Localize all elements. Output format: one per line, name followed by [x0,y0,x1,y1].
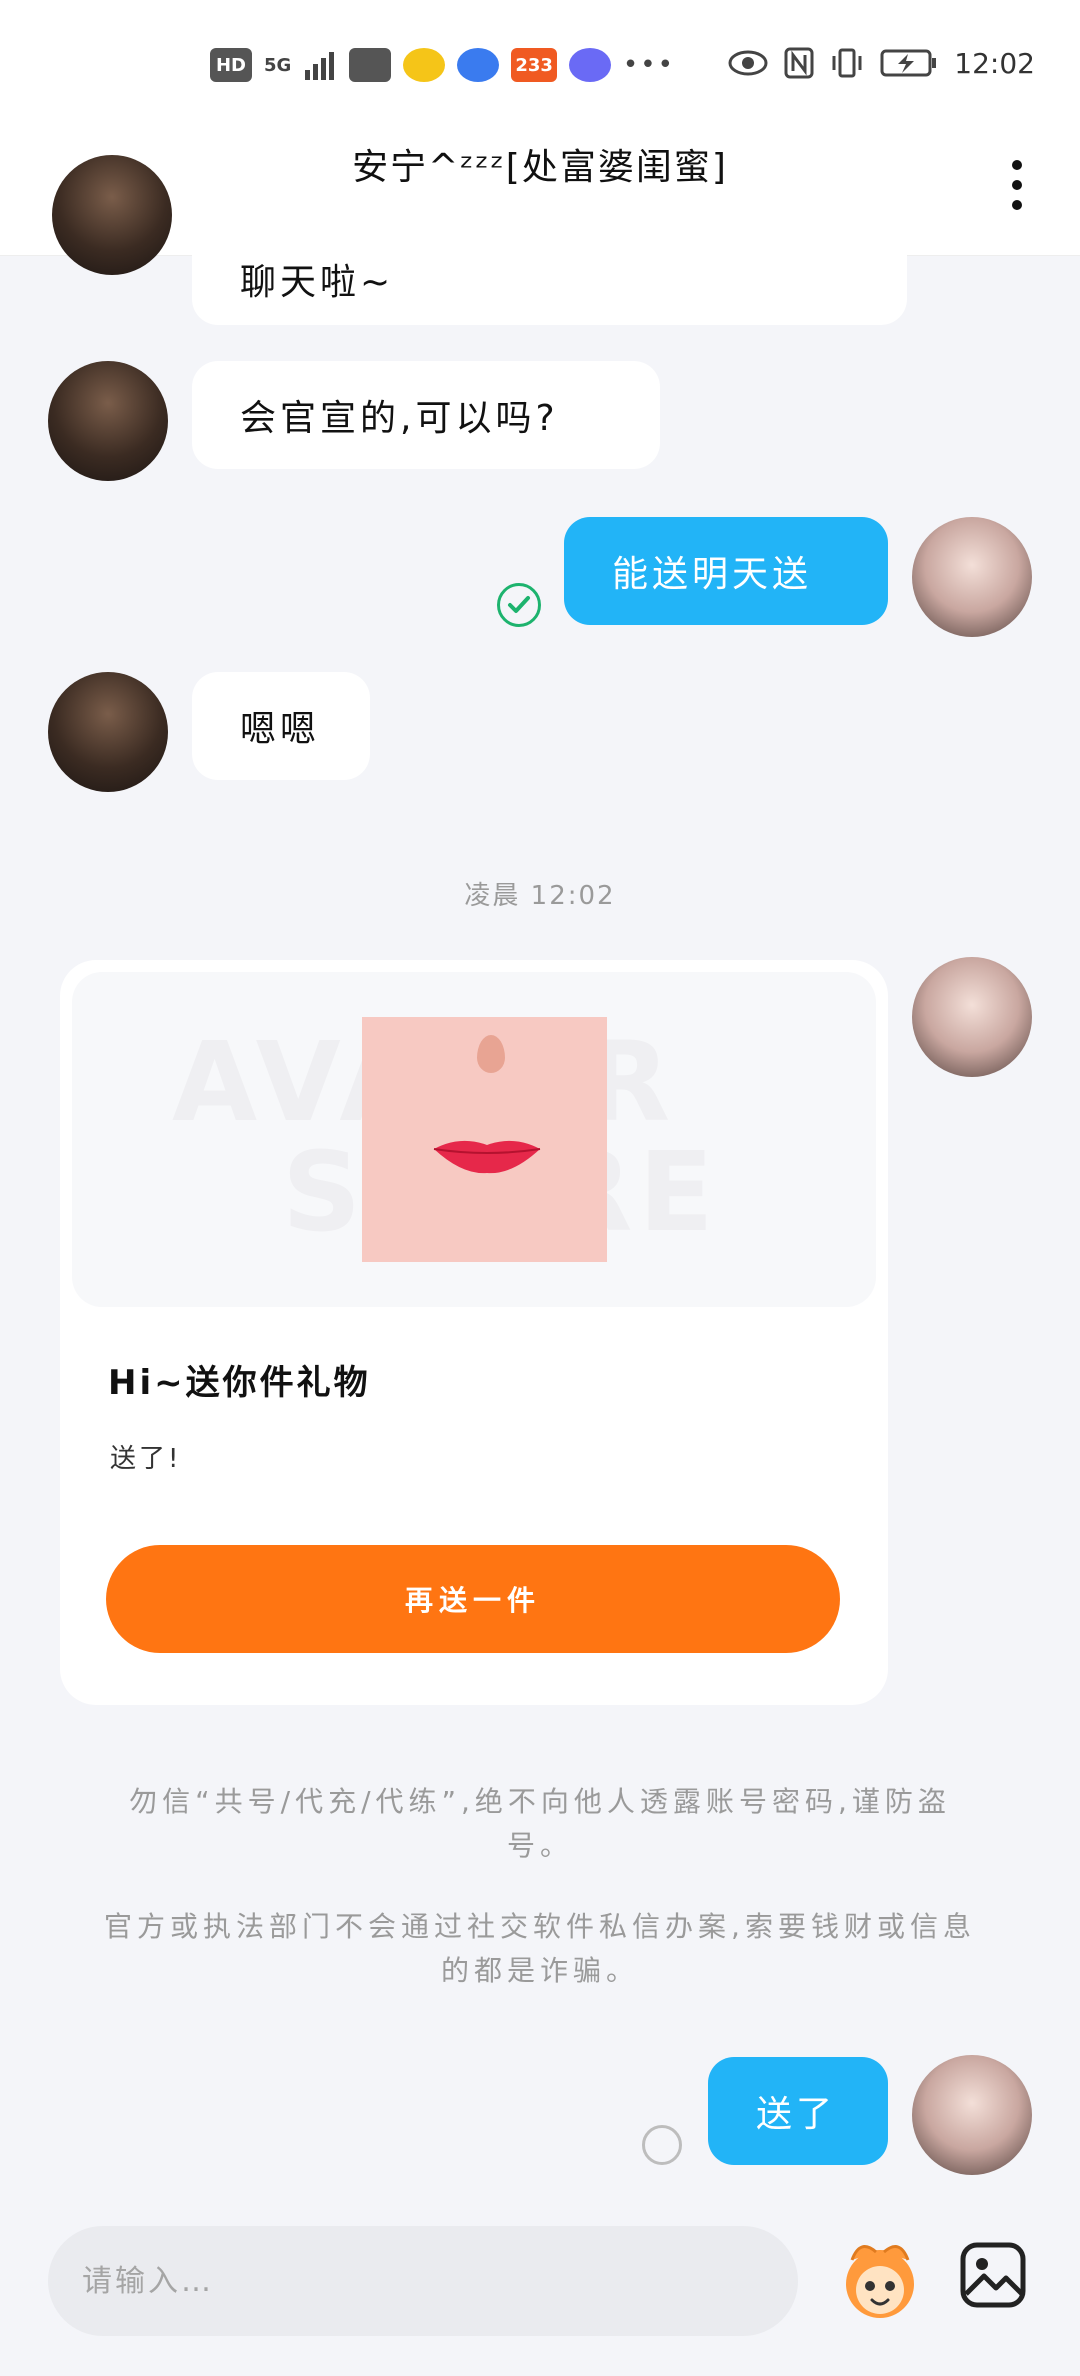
eye-comfort-icon [728,50,768,76]
send-another-gift-button[interactable]: 再送一件 [106,1545,840,1653]
nfc-icon [784,47,814,79]
security-notice: 勿信“共号/代充/代练”,绝不向他人透露账号密码,谨防盗号。 [129,1785,951,1862]
message-text: 能送明天送 [612,554,813,595]
message-list[interactable]: 聊天啦~ 会官宣的,可以吗? 能送明天送 嗯嗯 凌晨 12:02 A [0,155,1080,2190]
app-notification-icon [349,48,392,82]
avatar-contact[interactable] [52,155,172,275]
fraud-notice: 官方或执法部门不会通过社交软件私信办案,索要钱财或信息的都是诈骗。 [104,1910,976,1987]
pending-circle-icon [642,2125,682,2165]
gift-drop-shape [477,1035,505,1073]
message-bubble-outgoing[interactable]: 能送明天送 [564,517,888,625]
image-icon[interactable] [958,2240,1028,2310]
message-text: 送了 [756,2094,837,2135]
signal-5g-icon: 5G [264,54,292,76]
baidu-icon [457,48,500,82]
message-text: 会官宣的,可以吗? [240,398,559,439]
status-left-icons: HD 5G 233 ••• [210,48,675,82]
weibo-icon [403,48,446,82]
avatar-contact[interactable] [48,361,168,481]
gift-title: Hi~送你件礼物 [108,1363,371,1403]
message-bubble-incoming[interactable]: 嗯嗯 [192,672,370,780]
timestamp: 凌晨 12:02 [464,881,616,911]
gift-message: 送了! [110,1444,182,1474]
more-vertical-icon[interactable] [1002,155,1032,215]
message-text: 聊天啦~ [240,262,395,303]
avatar-self[interactable] [912,517,1032,637]
message-bubble-incoming[interactable]: 会官宣的,可以吗? [192,361,660,469]
gift-card[interactable]: AVATAR STORE Hi~送你件礼物 送了! 再送一件 [60,960,888,1705]
gift-image [362,1017,607,1262]
avatar-self[interactable] [912,957,1032,1077]
lips-icon [433,1140,541,1174]
input-bar [0,2190,1080,2376]
status-right-icons: 12:02 [728,46,1035,80]
status-time: 12:02 [954,46,1035,80]
hd-badge: HD [210,48,252,82]
chat-screen: HD 5G 233 ••• 12:02 安宁^ᶻᶻᶻ[处富婆闺蜜] 聊天啦~ 会… [0,0,1080,2376]
message-bubble-outgoing[interactable]: 送了 [708,2057,888,2165]
battery-charging-icon [880,49,937,77]
signal-bars-icon [305,52,335,80]
vibrate-icon [832,48,862,78]
app-233-icon: 233 [511,48,557,82]
gift-preview[interactable]: AVATAR STORE [72,972,876,1307]
avatar-self[interactable] [912,2055,1032,2175]
message-bubble-incoming[interactable]: 聊天啦~ [192,195,907,325]
avatar-contact[interactable] [48,672,168,792]
message-input[interactable] [48,2226,798,2336]
mascot-icon[interactable] [830,2230,930,2330]
status-bar: HD 5G 233 ••• 12:02 [0,0,1080,120]
read-check-icon [497,583,541,627]
message-text: 嗯嗯 [240,709,321,750]
music-icon [568,48,611,82]
more-notifications-icon: ••• [622,50,675,80]
